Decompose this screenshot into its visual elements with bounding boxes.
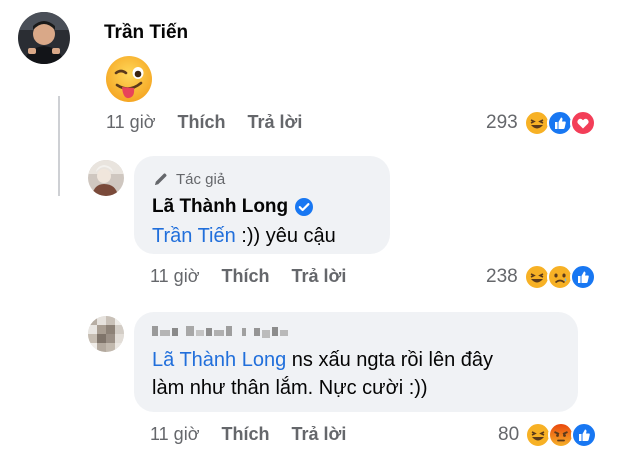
haha-reaction-icon bbox=[523, 110, 550, 136]
comment-author-name[interactable]: Lã Thành Long bbox=[152, 196, 314, 218]
comment-meta: 11 giờ Thích Trả lời bbox=[150, 424, 346, 445]
author-badge: Tác giả bbox=[152, 170, 225, 188]
reply-button[interactable]: Trả lời bbox=[248, 112, 303, 133]
comment-text: Lã Thành Long ns xấu ngta rồi lên đây là… bbox=[152, 346, 572, 402]
avatar[interactable] bbox=[88, 316, 124, 352]
like-button[interactable]: Thích bbox=[178, 112, 226, 133]
comment-text: Trần Tiến :)) yêu cậu bbox=[152, 222, 336, 250]
pencil-icon bbox=[155, 173, 167, 185]
reaction-summary[interactable]: 238 bbox=[486, 264, 596, 290]
comment-text-line2: làm như thân lắm. Nực cười :)) bbox=[152, 377, 428, 399]
comment-timestamp[interactable]: 11 giờ bbox=[106, 112, 156, 133]
reply-button[interactable]: Trả lời bbox=[292, 424, 347, 445]
reply-button[interactable]: Trả lời bbox=[292, 266, 347, 287]
thread-line bbox=[58, 96, 60, 196]
comment-timestamp[interactable]: 11 giờ bbox=[150, 266, 200, 287]
avatar[interactable] bbox=[18, 12, 70, 64]
reaction-summary[interactable]: 293 bbox=[486, 110, 596, 136]
mention-link[interactable]: Lã Thành Long bbox=[152, 349, 286, 371]
like-reaction-icon bbox=[571, 422, 598, 448]
mention-link[interactable]: Trần Tiến bbox=[152, 225, 236, 247]
comment-meta: 11 giờ Thích Trả lời bbox=[106, 112, 302, 133]
verified-badge-icon bbox=[295, 198, 314, 216]
blurred-author-name[interactable] bbox=[152, 322, 310, 340]
reaction-count: 293 bbox=[486, 112, 518, 133]
sad-reaction-icon bbox=[546, 264, 573, 290]
comment-author-name[interactable]: Trần Tiến bbox=[104, 22, 188, 44]
avatar[interactable] bbox=[88, 160, 124, 196]
winking-tongue-emoji bbox=[104, 54, 154, 104]
reaction-count: 80 bbox=[498, 424, 520, 445]
comment-text-line1: ns xấu ngta rồi lên đây bbox=[286, 349, 493, 371]
author-badge-label: Tác giả bbox=[176, 170, 226, 188]
comment-timestamp[interactable]: 11 giờ bbox=[150, 424, 200, 445]
comment-meta: 11 giờ Thích Trả lời bbox=[150, 266, 346, 287]
thread-line-curve bbox=[58, 194, 98, 196]
like-reaction-icon bbox=[546, 110, 573, 136]
like-button[interactable]: Thích bbox=[222, 266, 270, 287]
reaction-count: 238 bbox=[486, 266, 518, 287]
reaction-summary[interactable]: 80 bbox=[498, 422, 598, 448]
like-button[interactable]: Thích bbox=[222, 424, 270, 445]
like-reaction-icon bbox=[569, 264, 596, 290]
haha-reaction-icon bbox=[523, 264, 550, 290]
love-reaction-icon bbox=[569, 110, 596, 136]
comment-text-content: :)) yêu cậu bbox=[235, 225, 336, 247]
comment-author-label: Lã Thành Long bbox=[152, 196, 289, 217]
